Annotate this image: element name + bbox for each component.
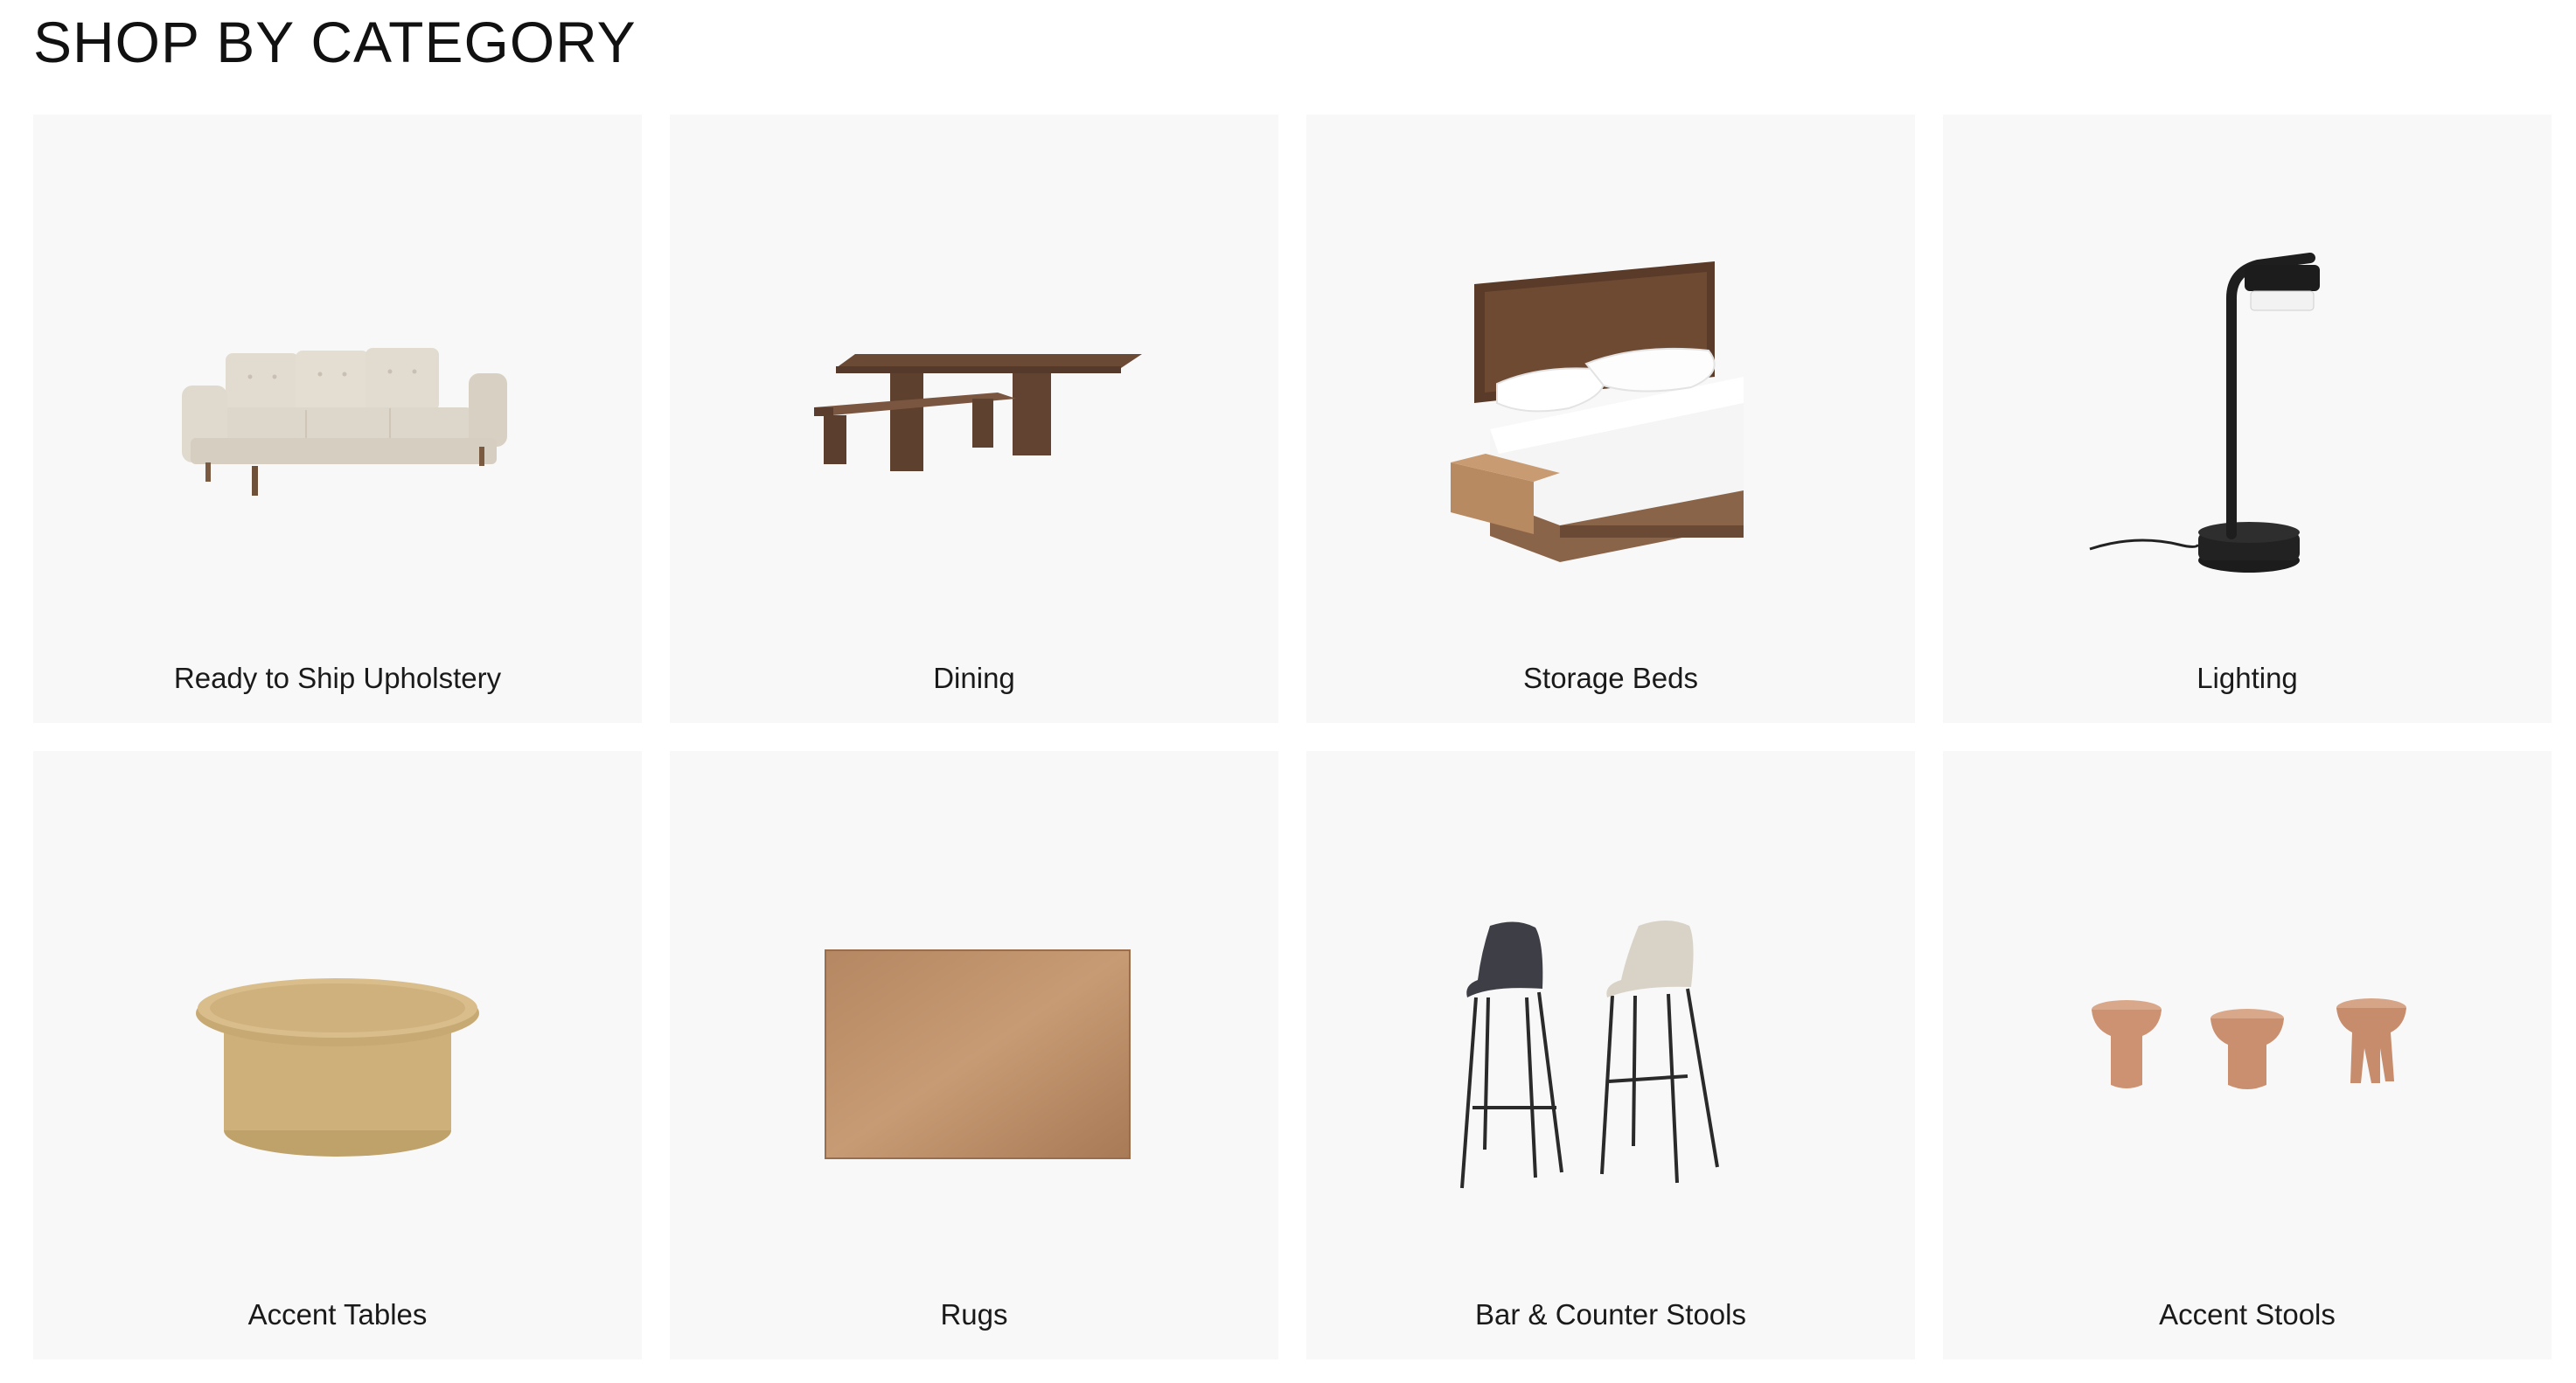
category-label: Rugs bbox=[940, 1298, 1008, 1331]
bar-stools-image bbox=[1460, 921, 1719, 1189]
table-lamp-image bbox=[2089, 253, 2320, 573]
accent-stools-image bbox=[2092, 998, 2406, 1089]
sofa-image bbox=[182, 348, 507, 496]
category-card-accent-tables[interactable]: Accent Tables bbox=[33, 751, 642, 1359]
rug-image bbox=[825, 949, 1131, 1159]
category-card-bar-counter-stools[interactable]: Bar & Counter Stools bbox=[1306, 751, 1915, 1359]
category-card-accent-stools[interactable]: Accent Stools bbox=[1943, 751, 2552, 1359]
category-card-lighting[interactable]: Lighting bbox=[1943, 115, 2552, 723]
category-card-storage-beds[interactable]: Storage Beds bbox=[1306, 115, 1915, 723]
category-label: Lighting bbox=[2197, 662, 2298, 694]
category-label: Storage Beds bbox=[1523, 662, 1698, 694]
section-title: SHOP BY CATEGORY bbox=[33, 10, 637, 74]
accent-table-image bbox=[196, 978, 479, 1157]
category-label: Accent Stools bbox=[2159, 1298, 2336, 1331]
category-label: Dining bbox=[933, 662, 1015, 694]
category-card-ready-to-ship-upholstery[interactable]: Ready to Ship Upholstery bbox=[33, 115, 642, 723]
category-card-rugs[interactable]: Rugs bbox=[670, 751, 1278, 1359]
category-card-dining[interactable]: Dining bbox=[670, 115, 1278, 723]
category-label: Accent Tables bbox=[247, 1298, 428, 1331]
category-label: Bar & Counter Stools bbox=[1475, 1298, 1746, 1331]
category-grid: Ready to Ship Upholstery Dining Storage … bbox=[33, 115, 2552, 1359]
dining-table-image bbox=[814, 354, 1142, 471]
category-label: Ready to Ship Upholstery bbox=[173, 662, 502, 694]
storage-bed-image bbox=[1451, 261, 1744, 562]
